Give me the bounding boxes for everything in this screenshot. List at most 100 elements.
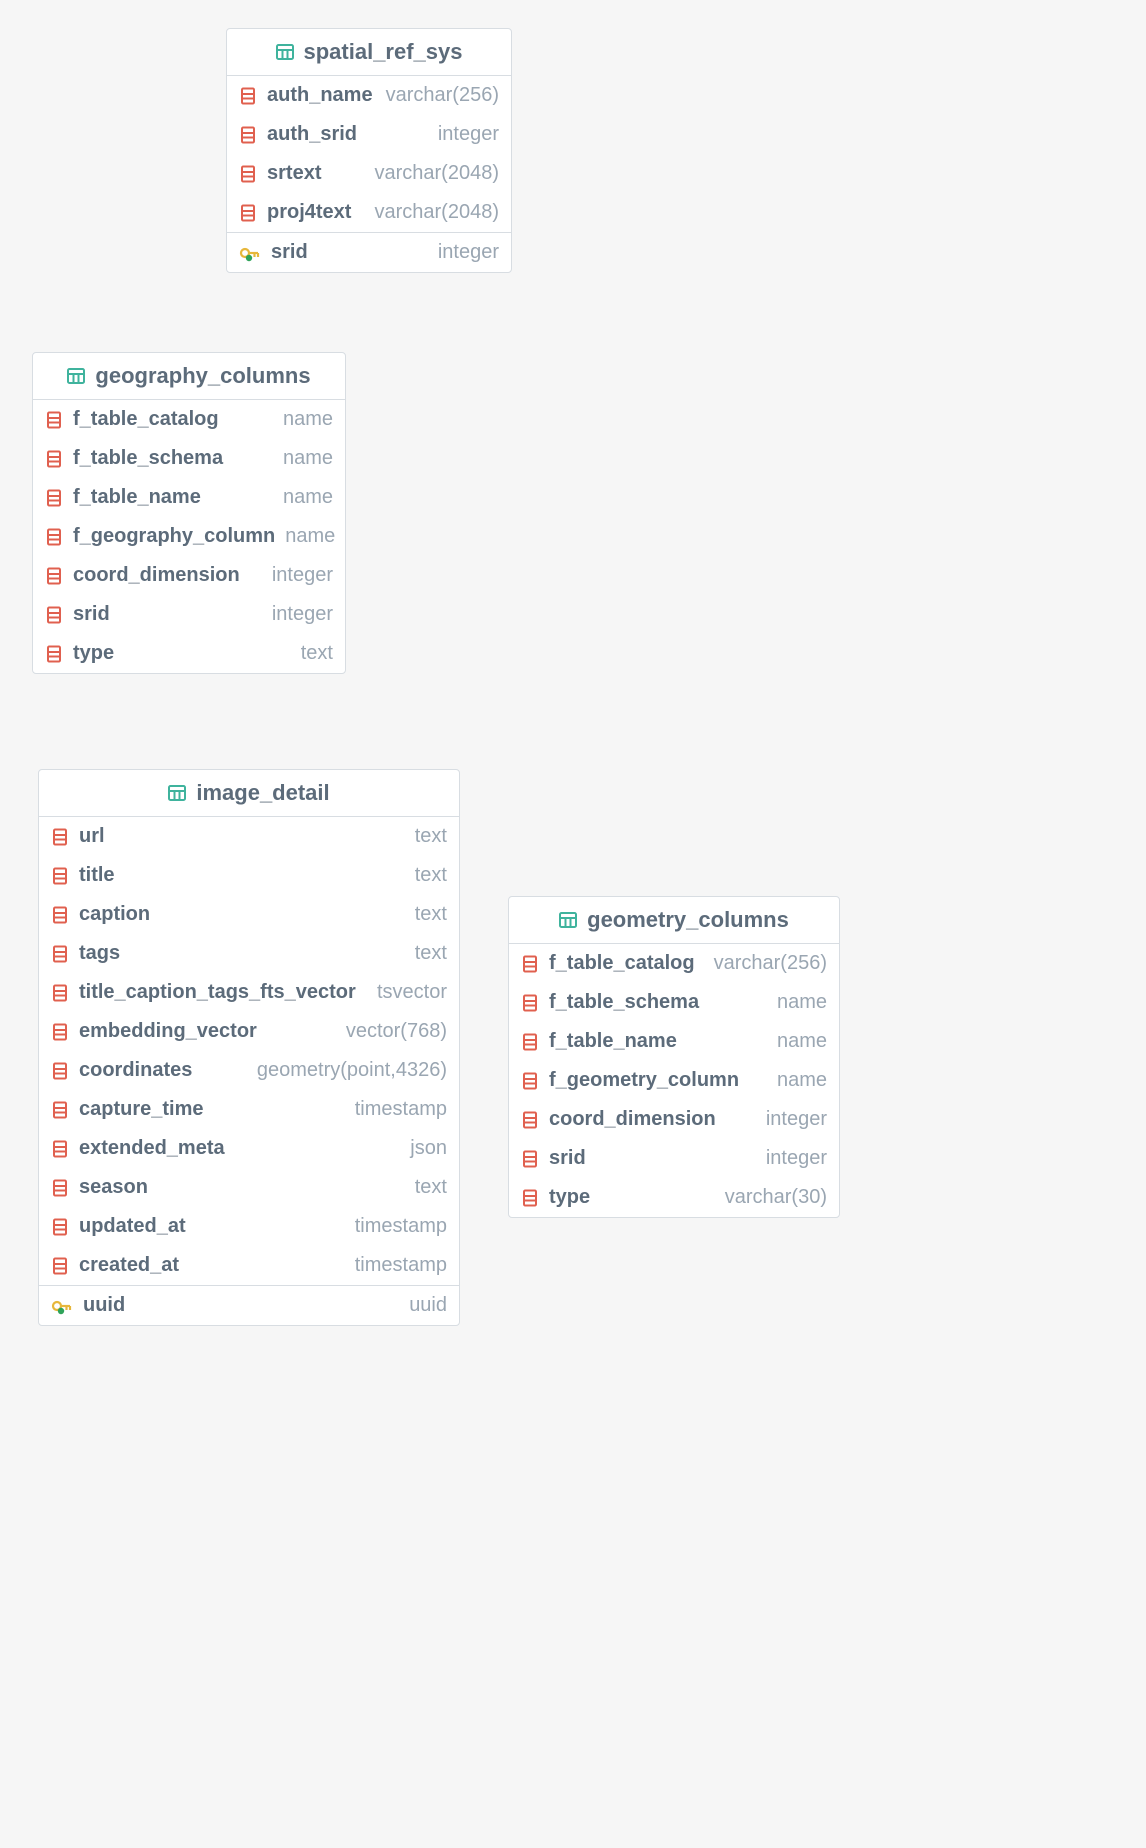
- column-row[interactable]: coordinates geometry(point,4326): [39, 1051, 459, 1090]
- column-icon: [51, 1179, 69, 1197]
- column-type: integer: [438, 123, 499, 146]
- column-row[interactable]: title text: [39, 856, 459, 895]
- column-row[interactable]: extended_metajson: [39, 1129, 459, 1168]
- column-type: timestamp: [355, 1215, 447, 1238]
- column-type: vector(768): [346, 1020, 447, 1043]
- column-name: uuid: [83, 1294, 125, 1317]
- table-header[interactable]: geography_columns: [33, 353, 345, 400]
- column-icon: [51, 1140, 69, 1158]
- column-type: timestamp: [355, 1098, 447, 1121]
- column-row[interactable]: sridinteger: [509, 1139, 839, 1178]
- column-row[interactable]: urltext: [39, 817, 459, 856]
- column-name: coordinates: [79, 1059, 192, 1082]
- column-name: srid: [73, 603, 110, 626]
- column-icon: [45, 606, 63, 624]
- column-icon: [521, 1111, 539, 1129]
- column-row[interactable]: coord_dimensioninteger: [33, 556, 345, 595]
- column-type: text: [415, 942, 447, 965]
- column-type: json: [410, 1137, 447, 1160]
- column-name: title: [79, 864, 115, 887]
- column-icon: [51, 1257, 69, 1275]
- column-row[interactable]: capture_time timestamp: [39, 1090, 459, 1129]
- column-name: proj4text: [267, 201, 351, 224]
- column-icon: [521, 1189, 539, 1207]
- column-type: text: [415, 864, 447, 887]
- column-row[interactable]: typevarchar(30): [509, 1178, 839, 1217]
- column-icon: [45, 528, 63, 546]
- column-type: varchar(30): [725, 1186, 827, 1209]
- column-row[interactable]: f_table_namename: [33, 478, 345, 517]
- column-name: coord_dimension: [549, 1108, 716, 1131]
- column-icon: [239, 204, 257, 222]
- column-type: name: [777, 1069, 827, 1092]
- column-icon: [45, 489, 63, 507]
- column-icon: [45, 645, 63, 663]
- column-row[interactable]: f_geometry_columnname: [509, 1061, 839, 1100]
- column-name: f_table_catalog: [73, 408, 219, 431]
- column-icon: [239, 87, 257, 105]
- column-type: name: [285, 525, 335, 548]
- column-row[interactable]: typetext: [33, 634, 345, 673]
- primary-key-icon: [51, 1297, 73, 1315]
- column-type: name: [283, 447, 333, 470]
- column-row[interactable]: seasontext: [39, 1168, 459, 1207]
- column-row[interactable]: coord_dimensioninteger: [509, 1100, 839, 1139]
- column-row[interactable]: captiontext: [39, 895, 459, 934]
- column-icon: [45, 567, 63, 585]
- column-name: tags: [79, 942, 120, 965]
- column-row[interactable]: created_attimestamp: [39, 1246, 459, 1285]
- primary-key-icon: [239, 244, 261, 262]
- column-row[interactable]: sridinteger: [33, 595, 345, 634]
- column-row[interactable]: auth_namevarchar(256): [227, 76, 511, 115]
- column-row[interactable]: auth_sridinteger: [227, 115, 511, 154]
- column-row[interactable]: embedding_vector vector(768): [39, 1012, 459, 1051]
- table-header[interactable]: geometry_columns: [509, 897, 839, 944]
- table-card-spatial_ref_sys[interactable]: spatial_ref_sys auth_namevarchar(256) au…: [226, 28, 512, 273]
- column-type: geometry(point,4326): [257, 1059, 447, 1082]
- column-row[interactable]: f_geography_columnname: [33, 517, 345, 556]
- column-icon: [521, 1072, 539, 1090]
- column-type: text: [415, 825, 447, 848]
- column-type: name: [283, 408, 333, 431]
- column-row[interactable]: f_table_namename: [509, 1022, 839, 1061]
- column-row[interactable]: updated_attimestamp: [39, 1207, 459, 1246]
- table-header[interactable]: image_detail: [39, 770, 459, 817]
- column-name: type: [73, 642, 114, 665]
- column-name: capture_time: [79, 1098, 204, 1121]
- column-type: varchar(2048): [374, 162, 499, 185]
- column-type: uuid: [409, 1294, 447, 1317]
- column-row[interactable]: f_table_schemaname: [509, 983, 839, 1022]
- pk-column-row[interactable]: uuid uuid: [39, 1285, 459, 1325]
- table-name: geometry_columns: [587, 907, 789, 933]
- pk-column-row[interactable]: sridinteger: [227, 232, 511, 272]
- column-name: f_table_catalog: [549, 952, 695, 975]
- column-row[interactable]: tags text: [39, 934, 459, 973]
- column-row[interactable]: f_table_schema name: [33, 439, 345, 478]
- column-row[interactable]: f_table_catalog name: [33, 400, 345, 439]
- column-row[interactable]: title_caption_tags_fts_vectortsvector: [39, 973, 459, 1012]
- column-type: name: [777, 1030, 827, 1053]
- table-icon: [559, 911, 577, 929]
- column-name: coord_dimension: [73, 564, 240, 587]
- column-name: srid: [271, 241, 308, 264]
- table-header[interactable]: spatial_ref_sys: [227, 29, 511, 76]
- table-name: spatial_ref_sys: [304, 39, 463, 65]
- column-row[interactable]: srtext varchar(2048): [227, 154, 511, 193]
- column-name: created_at: [79, 1254, 179, 1277]
- column-type: varchar(2048): [374, 201, 499, 224]
- column-type: name: [283, 486, 333, 509]
- column-icon: [51, 1101, 69, 1119]
- table-card-image_detail[interactable]: image_detail urltext title text captionte…: [38, 769, 460, 1326]
- column-row[interactable]: f_table_catalogvarchar(256): [509, 944, 839, 983]
- erd-canvas: spatial_ref_sys auth_namevarchar(256) au…: [0, 0, 1146, 1848]
- column-name: embedding_vector: [79, 1020, 257, 1043]
- column-name: srtext: [267, 162, 321, 185]
- table-card-geography_columns[interactable]: geography_columns f_table_catalogname f_…: [32, 352, 346, 674]
- column-icon: [51, 1062, 69, 1080]
- column-name: f_table_schema: [73, 447, 223, 470]
- column-icon: [239, 126, 257, 144]
- table-card-geometry_columns[interactable]: geometry_columns f_table_catalogvarchar(…: [508, 896, 840, 1218]
- column-icon: [51, 906, 69, 924]
- column-icon: [521, 955, 539, 973]
- column-row[interactable]: proj4text varchar(2048): [227, 193, 511, 232]
